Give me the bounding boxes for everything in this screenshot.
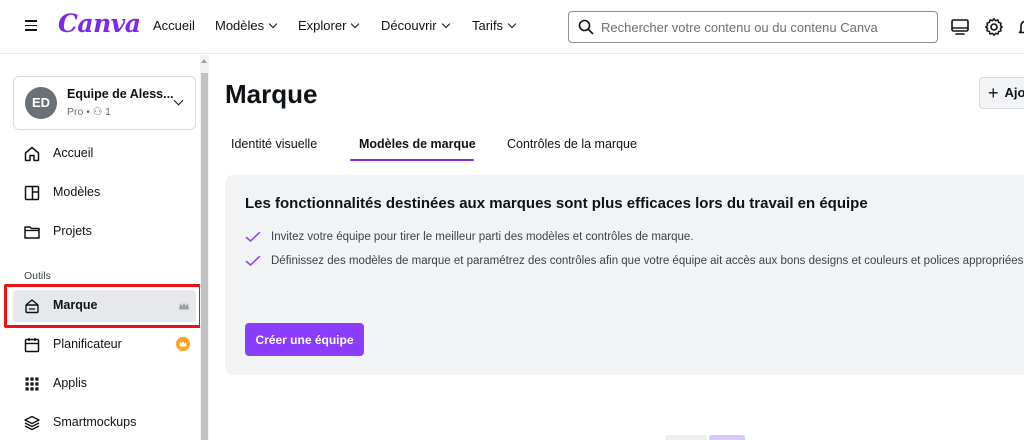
tab-identite-visuelle[interactable]: Identité visuelle xyxy=(231,137,317,151)
sidebar-item-applis[interactable]: Applis xyxy=(13,368,196,400)
sidebar-scrollbar[interactable] xyxy=(200,55,209,440)
bell-icon[interactable] xyxy=(1016,17,1024,37)
nav-accueil[interactable]: Accueil xyxy=(153,18,195,33)
nav-modeles[interactable]: Modèles xyxy=(215,18,278,33)
check-icon xyxy=(245,255,261,266)
apps-icon xyxy=(25,377,39,391)
sidebar-item-label: Applis xyxy=(53,376,88,390)
search-box[interactable] xyxy=(568,11,938,43)
chevron-down-icon xyxy=(268,19,278,29)
sidebar-item-label: Planificateur xyxy=(53,337,122,351)
plus-icon: + xyxy=(988,82,999,103)
templates-icon xyxy=(24,185,40,201)
partial-tab xyxy=(665,435,707,440)
brand-icon xyxy=(25,299,39,314)
chevron-down-icon xyxy=(507,19,517,29)
sidebar-item-modeles[interactable]: Modèles xyxy=(13,177,196,209)
sidebar-item-smartmockups[interactable]: Smartmockups xyxy=(13,407,196,439)
chevron-down-icon xyxy=(441,19,450,29)
nav-explorer[interactable]: Explorer xyxy=(298,18,360,33)
desktop-icon[interactable] xyxy=(950,17,970,37)
check-icon xyxy=(245,231,261,242)
sidebar-item-label: Projets xyxy=(53,224,92,238)
folder-icon xyxy=(24,226,40,239)
sidebar-item-accueil[interactable]: Accueil xyxy=(13,138,196,170)
sidebar-item-label: Modèles xyxy=(53,185,101,199)
scroll-up-arrow-icon[interactable] xyxy=(201,59,207,63)
active-tab-indicator xyxy=(350,159,474,161)
layers-icon xyxy=(24,415,40,431)
sidebar: ED Equipe de Aless... Pro • ⚇ 1 Accueil … xyxy=(0,55,210,440)
bullet-text: Invitez votre équipe pour tirer le meill… xyxy=(271,231,694,243)
team-plan: Pro • ⚇ 1 xyxy=(67,106,112,118)
home-icon xyxy=(24,146,40,162)
team-name: Equipe de Aless... xyxy=(67,87,174,101)
avatar: ED xyxy=(25,87,57,119)
nav-decouvrir[interactable]: Découvrir xyxy=(381,18,450,33)
team-upsell-panel: Les fonctionnalités destinées aux marque… xyxy=(225,175,1024,375)
search-input[interactable] xyxy=(601,13,931,41)
sidebar-item-projets[interactable]: Projets xyxy=(13,216,196,248)
team-switcher[interactable]: ED Equipe de Aless... Pro • ⚇ 1 xyxy=(13,76,196,130)
calendar-icon xyxy=(24,338,40,353)
partial-tab xyxy=(709,435,745,440)
menu-icon[interactable] xyxy=(22,17,40,37)
canva-logo[interactable]: Canva xyxy=(58,9,141,38)
create-team-button[interactable]: Créer une équipe xyxy=(245,323,364,356)
page-title: Marque xyxy=(225,79,318,109)
search-icon xyxy=(578,19,594,35)
crown-badge-icon xyxy=(176,337,190,351)
partial-content-below xyxy=(665,435,755,440)
sidebar-item-label: Marque xyxy=(53,298,98,312)
chevron-down-icon xyxy=(351,19,360,29)
crown-icon xyxy=(179,302,189,310)
tab-controles-de-la-marque[interactable]: Contrôles de la marque xyxy=(507,137,637,151)
sidebar-item-marque[interactable]: Marque xyxy=(13,290,196,322)
gear-icon[interactable] xyxy=(984,17,1004,37)
nav-tarifs[interactable]: Tarifs xyxy=(472,18,517,33)
sidebar-item-label: Smartmockups xyxy=(53,415,137,429)
add-button[interactable]: + Ajo xyxy=(979,77,1024,109)
chevron-down-icon xyxy=(173,95,184,106)
top-bar: Canva Accueil Modèles Explorer Découvrir… xyxy=(0,0,1024,54)
panel-title: Les fonctionnalités destinées aux marque… xyxy=(245,195,868,212)
scroll-thumb[interactable] xyxy=(201,73,208,440)
sidebar-item-planificateur[interactable]: Planificateur xyxy=(13,329,196,361)
tab-modeles-de-marque[interactable]: Modèles de marque xyxy=(359,137,476,151)
main-content: Marque + Ajo Identité visuelle Modèles de… xyxy=(210,55,1024,440)
bullet-text: Définissez des modèles de marque et para… xyxy=(271,255,1024,267)
sidebar-item-label: Accueil xyxy=(53,146,94,160)
section-label-outils: Outils xyxy=(24,270,51,282)
